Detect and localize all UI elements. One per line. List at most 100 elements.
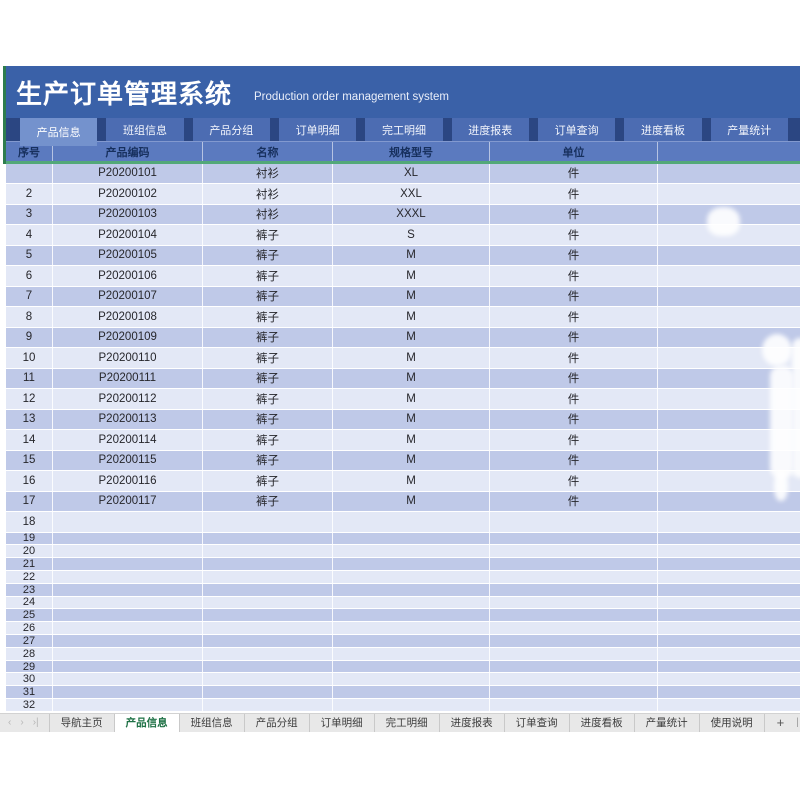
cell-empty[interactable]	[333, 512, 490, 532]
cell-extra[interactable]	[658, 369, 800, 389]
cell-spec[interactable]: M	[333, 287, 490, 307]
cell-empty[interactable]	[333, 699, 490, 711]
cell-empty[interactable]	[203, 661, 333, 673]
cell-code[interactable]: P20200107	[53, 287, 203, 307]
cell-empty[interactable]	[53, 584, 203, 596]
cell-empty[interactable]	[333, 558, 490, 570]
cell-seq[interactable]: 9	[6, 328, 53, 348]
cell-spec[interactable]: M	[333, 451, 490, 471]
cell-code[interactable]: P20200105	[53, 246, 203, 266]
cell-empty[interactable]	[53, 635, 203, 647]
cell-spec[interactable]: M	[333, 492, 490, 512]
sheet-tab-6[interactable]: 完工明细	[375, 714, 440, 732]
cell-name[interactable]: 衬衫	[203, 164, 333, 184]
cell-name[interactable]: 裤子	[203, 410, 333, 430]
cell-spec[interactable]: M	[333, 266, 490, 286]
cell-name[interactable]: 裤子	[203, 246, 333, 266]
cell-spec[interactable]: M	[333, 471, 490, 491]
cell-empty[interactable]	[658, 622, 800, 634]
cell-empty[interactable]	[203, 545, 333, 557]
cell-extra[interactable]	[658, 451, 800, 471]
cell-extra[interactable]	[658, 246, 800, 266]
table-row[interactable]: 17P20200117裤子M件	[6, 492, 800, 513]
cell-empty[interactable]	[333, 686, 490, 698]
cell-seq[interactable]: 15	[6, 451, 53, 471]
cell-code[interactable]: P20200104	[53, 225, 203, 245]
sheet-tab-1[interactable]: 导航主页	[49, 714, 115, 732]
cell-seq[interactable]	[6, 164, 53, 184]
new-sheet-button[interactable]: +	[765, 714, 797, 732]
top-tab-5[interactable]: 完工明细	[365, 118, 442, 141]
cell-code[interactable]: P20200114	[53, 430, 203, 450]
cell-empty[interactable]	[658, 584, 800, 596]
cell-extra[interactable]	[658, 410, 800, 430]
empty-table-row[interactable]: 29	[6, 661, 800, 674]
cell-empty[interactable]	[203, 571, 333, 583]
cell-extra[interactable]	[658, 266, 800, 286]
cell-empty[interactable]	[333, 648, 490, 660]
cell-empty[interactable]	[490, 584, 658, 596]
cell-extra[interactable]	[658, 205, 800, 225]
cell-spec[interactable]: XXL	[333, 184, 490, 204]
sheet-nav-forward-icon[interactable]: ›	[20, 717, 23, 728]
cell-empty[interactable]	[333, 533, 490, 545]
top-tab-2[interactable]: 班组信息	[106, 118, 183, 141]
cell-extra[interactable]	[658, 492, 800, 512]
cell-empty[interactable]	[490, 533, 658, 545]
cell-unit[interactable]: 件	[490, 287, 658, 307]
cell-unit[interactable]: 件	[490, 328, 658, 348]
empty-table-row[interactable]: 27	[6, 635, 800, 648]
cell-empty[interactable]	[333, 609, 490, 621]
cell-empty[interactable]	[203, 673, 333, 685]
cell-unit[interactable]: 件	[490, 410, 658, 430]
cell-name[interactable]: 裤子	[203, 492, 333, 512]
cell-name[interactable]: 裤子	[203, 348, 333, 368]
empty-table-row[interactable]: 31	[6, 686, 800, 699]
cell-empty[interactable]	[658, 661, 800, 673]
cell-empty[interactable]	[658, 597, 800, 609]
cell-unit[interactable]: 件	[490, 451, 658, 471]
sheet-tab-5[interactable]: 订单明细	[310, 714, 375, 732]
cell-name[interactable]: 裤子	[203, 225, 333, 245]
cell-empty[interactable]	[658, 635, 800, 647]
top-tab-6[interactable]: 进度报表	[452, 118, 529, 141]
cell-seq[interactable]: 12	[6, 389, 53, 409]
cell-code[interactable]: P20200113	[53, 410, 203, 430]
sheet-tab-8[interactable]: 订单查询	[505, 714, 570, 732]
cell-empty[interactable]	[490, 571, 658, 583]
cell-empty[interactable]	[490, 648, 658, 660]
top-tab-8[interactable]: 进度看板	[624, 118, 701, 141]
cell-seq[interactable]: 11	[6, 369, 53, 389]
cell-empty[interactable]	[658, 609, 800, 621]
table-row[interactable]: 12P20200112裤子M件	[6, 389, 800, 410]
cell-empty[interactable]	[658, 545, 800, 557]
sheet-nav-back-icon[interactable]: ‹	[8, 717, 11, 728]
cell-empty[interactable]	[203, 699, 333, 711]
cell-empty[interactable]	[333, 622, 490, 634]
cell-seq[interactable]: 8	[6, 307, 53, 327]
cell-unit[interactable]: 件	[490, 492, 658, 512]
cell-empty[interactable]	[490, 609, 658, 621]
cell-spec[interactable]: M	[333, 348, 490, 368]
cell-code[interactable]: P20200103	[53, 205, 203, 225]
cell-extra[interactable]	[658, 430, 800, 450]
table-row[interactable]: P20200101衬衫XL件	[6, 164, 800, 185]
cell-empty[interactable]	[203, 584, 333, 596]
table-row[interactable]: 16P20200116裤子M件	[6, 471, 800, 492]
cell-extra[interactable]	[658, 164, 800, 184]
cell-seq[interactable]: 27	[6, 635, 53, 647]
cell-empty[interactable]	[333, 597, 490, 609]
top-tab-9[interactable]: 产量统计	[711, 118, 788, 141]
table-row[interactable]: 5P20200105裤子M件	[6, 246, 800, 267]
cell-code[interactable]: P20200110	[53, 348, 203, 368]
cell-code[interactable]: P20200106	[53, 266, 203, 286]
cell-empty[interactable]	[658, 512, 800, 532]
cell-extra[interactable]	[658, 389, 800, 409]
cell-spec[interactable]: XL	[333, 164, 490, 184]
cell-empty[interactable]	[203, 635, 333, 647]
cell-name[interactable]: 裤子	[203, 266, 333, 286]
sheet-tab-7[interactable]: 进度报表	[440, 714, 505, 732]
cell-empty[interactable]	[53, 622, 203, 634]
cell-seq[interactable]: 24	[6, 597, 53, 609]
cell-empty[interactable]	[490, 673, 658, 685]
